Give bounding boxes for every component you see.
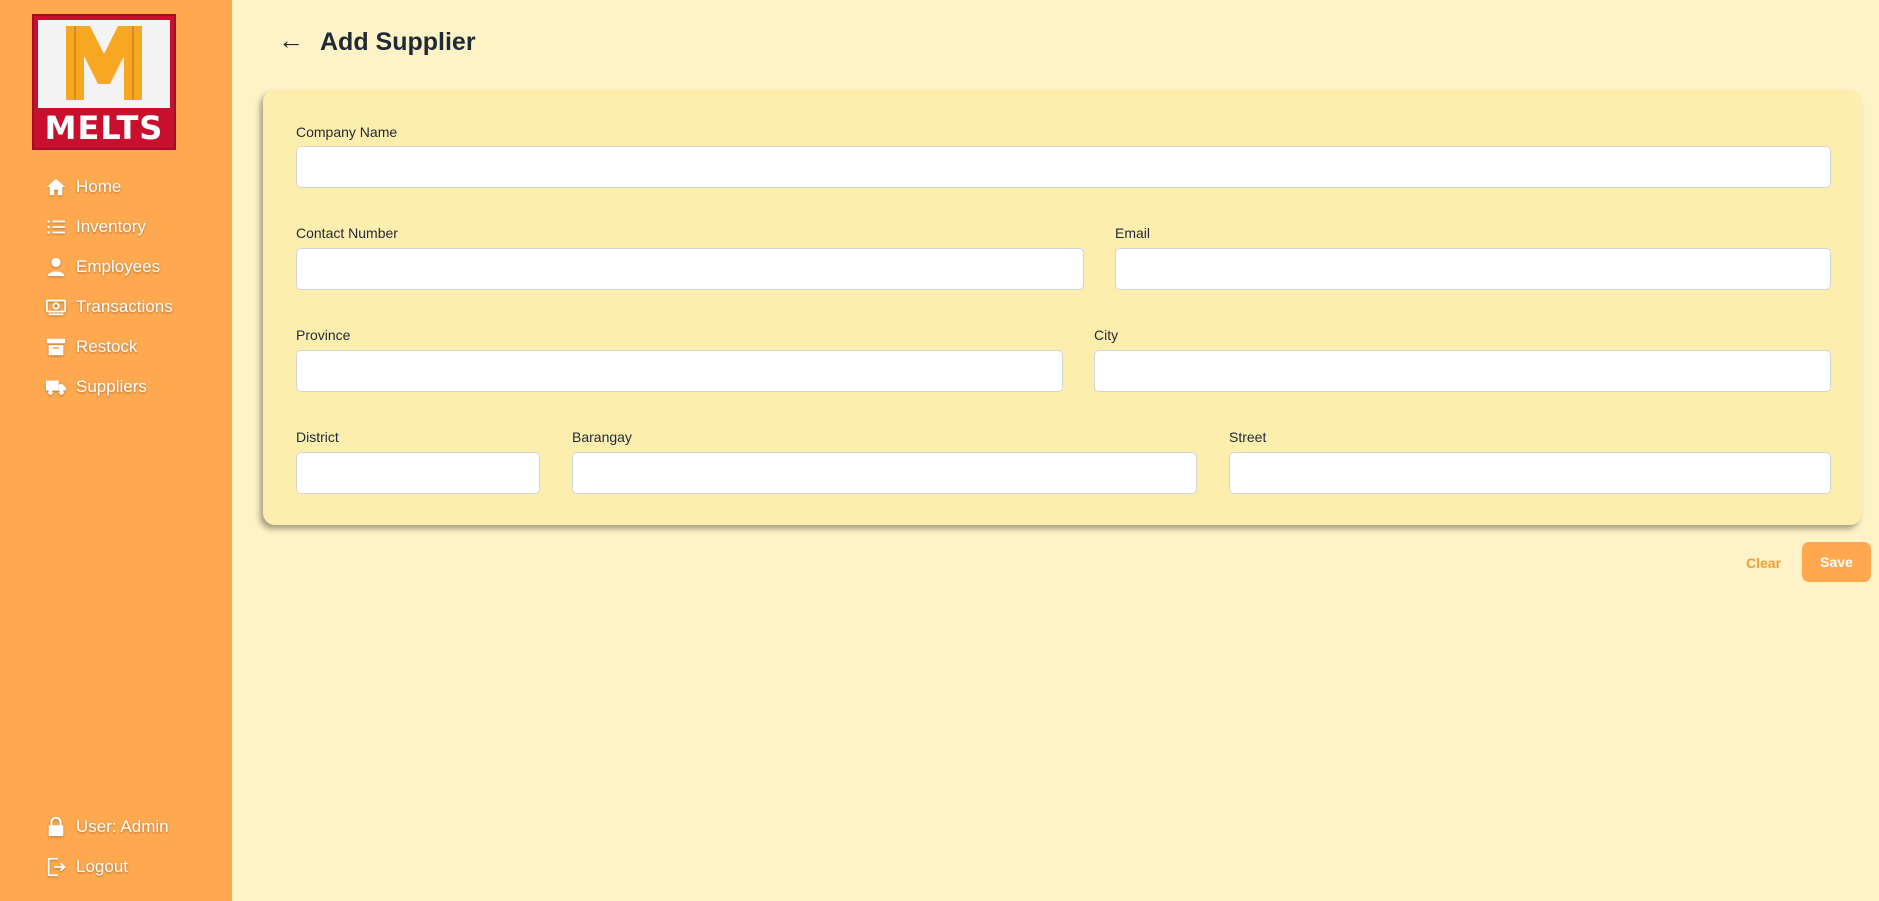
sidebar-item-label: Employees [76,257,161,276]
province-input[interactable] [296,350,1063,392]
sidebar-item-label: Restock [76,337,138,356]
archive-icon [44,335,68,359]
sidebar-item-label: Home [76,177,122,196]
back-arrow-icon[interactable]: ← [278,27,306,56]
street-input[interactable] [1229,452,1831,494]
sidebar-item-restock[interactable]: Restock [44,333,137,361]
company-name-input[interactable] [296,146,1831,188]
sidebar-item-suppliers[interactable]: Suppliers [44,373,147,401]
sidebar-item-inventory[interactable]: Inventory [44,213,146,241]
logout-label: Logout [76,857,128,876]
clear-button[interactable]: Clear [1746,553,1781,573]
province-label: Province [296,327,351,343]
city-input[interactable] [1094,350,1831,392]
sidebar-item-label: Transactions [76,297,173,316]
sidebar-item-transactions[interactable]: Transactions [44,293,173,321]
district-label: District [296,429,339,445]
melts-logo[interactable]: MELTS [32,14,176,150]
save-button[interactable]: Save [1802,542,1871,582]
barangay-input[interactable] [572,452,1197,494]
barangay-label: Barangay [572,429,632,445]
logout-button[interactable]: Logout [44,853,128,881]
supplier-form-card: Company Name Contact Number Email Provin… [263,90,1862,525]
user-label: User: Admin [76,817,169,836]
truck-icon [44,375,68,399]
sidebar-item-label: Suppliers [76,377,147,396]
district-input[interactable] [296,452,540,494]
company-name-label: Company Name [296,124,398,140]
logo-emblem [38,20,170,108]
sidebar: MELTS Home Inventory Employees Transacti… [0,0,232,901]
city-label: City [1094,327,1119,343]
lock-icon [44,815,68,839]
email-input[interactable] [1115,248,1831,290]
home-icon [44,175,68,199]
logo-text: MELTS [44,109,164,147]
user-info: User: Admin [44,813,169,841]
contact-number-label: Contact Number [296,225,398,241]
logout-icon [44,855,68,879]
street-label: Street [1229,429,1267,445]
page-title: Add Supplier [320,28,476,56]
sidebar-item-home[interactable]: Home [44,173,121,201]
sidebar-item-employees[interactable]: Employees [44,253,160,281]
email-label: Email [1115,225,1151,241]
sidebar-item-label: Inventory [76,217,146,236]
contact-number-input[interactable] [296,248,1084,290]
cash-icon [44,295,68,319]
person-icon [44,255,68,279]
list-icon [44,215,68,239]
